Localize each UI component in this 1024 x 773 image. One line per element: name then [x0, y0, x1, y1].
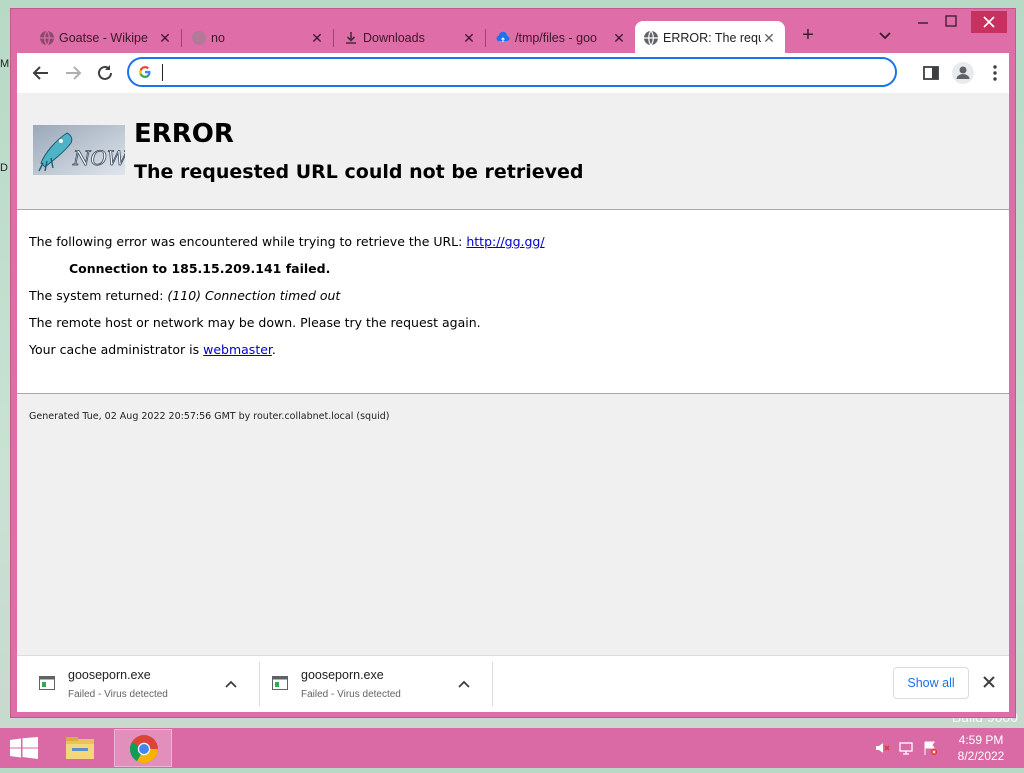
address-input[interactable]: [159, 63, 883, 83]
exe-file-icon: [39, 676, 55, 690]
kebab-menu-icon[interactable]: [981, 59, 1009, 87]
omnibox[interactable]: [127, 57, 897, 87]
maximize-icon[interactable]: [937, 11, 965, 33]
chevron-up-icon[interactable]: [456, 676, 472, 692]
squid-logo: NOW: [33, 125, 125, 175]
reload-icon[interactable]: [91, 59, 119, 87]
tab-tmp-files[interactable]: /tmp/files - goo ✕: [487, 21, 635, 55]
error-header: NOW ERROR The requested URL could not be…: [17, 93, 1009, 210]
tab-search-chevron-icon[interactable]: [877, 27, 893, 43]
tab-separator: [181, 29, 182, 47]
failed-url-link[interactable]: http://gg.gg/: [466, 234, 544, 249]
minimize-icon[interactable]: [909, 11, 937, 33]
download-shelf: gooseporn.exe Failed - Virus detected go…: [17, 655, 1009, 712]
system-returned-line: The system returned: (110) Connection ti…: [29, 288, 340, 303]
forward-arrow-icon[interactable]: [59, 59, 87, 87]
profile-avatar-icon[interactable]: [949, 59, 977, 87]
system-returned-text: The system returned:: [29, 288, 168, 303]
cache-admin-period: .: [271, 342, 276, 357]
action-center-flag-icon[interactable]: [922, 740, 938, 756]
folder-icon: [66, 737, 94, 759]
download-item[interactable]: gooseporn.exe Failed - Virus detected: [258, 662, 490, 706]
system-error-code: (110) Connection timed out: [167, 288, 341, 303]
close-download-shelf-icon[interactable]: [979, 672, 999, 692]
tab-close-icon[interactable]: ✕: [461, 30, 477, 47]
desktop-edge-text: D: [0, 162, 8, 174]
page-content: NOW ERROR The requested URL could not be…: [17, 93, 1009, 655]
download-status: Failed - Virus detected: [68, 689, 168, 700]
tab-close-icon[interactable]: ✕: [611, 30, 627, 47]
webmaster-link[interactable]: webmaster: [203, 342, 272, 357]
chrome-icon: [130, 735, 158, 763]
taskbar: 4:59 PM 8/2/2022: [0, 728, 1024, 768]
generated-footer: Generated Tue, 02 Aug 2022 20:57:56 GMT …: [29, 411, 390, 422]
tab-error-active[interactable]: ERROR: The requ ✕: [635, 21, 785, 55]
download-status: Failed - Virus detected: [301, 689, 401, 700]
error-subtitle: The requested URL could not be retrieved: [134, 161, 584, 183]
globe-icon: [40, 30, 54, 46]
taskbar-file-explorer[interactable]: [58, 729, 102, 767]
download-separator: [492, 662, 493, 706]
download-icon: [346, 32, 356, 44]
drive-icon: [496, 31, 510, 42]
network-icon[interactable]: [898, 740, 914, 756]
cache-admin-text: Your cache administrator is: [29, 342, 204, 357]
google-g-icon: [139, 66, 151, 78]
error-line-text: The following error was encountered whil…: [29, 234, 467, 249]
tab-title: no: [211, 31, 225, 45]
close-window-icon[interactable]: [971, 11, 1007, 33]
tab-title: Downloads: [363, 31, 425, 45]
volume-muted-icon[interactable]: [874, 740, 890, 756]
show-all-button[interactable]: Show all: [893, 667, 969, 699]
browser-toolbar: [17, 53, 1009, 93]
download-item[interactable]: gooseporn.exe Failed - Virus detected: [25, 662, 257, 706]
tab-separator: [333, 29, 334, 47]
clock-date: 8/2/2022: [957, 749, 1005, 763]
tab-strip: Goatse - Wikipe ✕ no ✕ Downloads ✕ /tmp/…: [11, 9, 1015, 55]
back-arrow-icon[interactable]: [27, 59, 55, 87]
tab-close-icon[interactable]: ✕: [309, 30, 325, 47]
clock-time: 4:59 PM: [958, 733, 1004, 747]
connection-failed-text: Connection to 185.15.209.141 failed.: [69, 261, 331, 276]
remote-host-message: The remote host or network may be down. …: [29, 315, 481, 330]
download-filename: gooseporn.exe: [68, 668, 151, 682]
tab-title: ERROR: The requ: [663, 31, 761, 45]
cache-admin-line: Your cache administrator is webmaster.: [29, 342, 276, 357]
taskbar-chrome[interactable]: [114, 729, 172, 767]
tab-separator: [485, 29, 486, 47]
error-line-url: The following error was encountered whil…: [29, 234, 545, 249]
logo-text: NOW: [72, 146, 125, 170]
new-tab-button[interactable]: +: [798, 25, 818, 45]
globe-icon: [192, 31, 206, 45]
tab-title: Goatse - Wikipe: [59, 31, 148, 45]
exe-file-icon: [272, 676, 288, 690]
globe-icon: [644, 30, 658, 46]
tab-downloads[interactable]: Downloads ✕: [335, 21, 485, 55]
download-filename: gooseporn.exe: [301, 668, 384, 682]
tab-goatse[interactable]: Goatse - Wikipe ✕: [31, 21, 181, 55]
error-title: ERROR: [134, 119, 234, 149]
chevron-up-icon[interactable]: [223, 676, 239, 692]
tab-close-icon[interactable]: ✕: [761, 30, 777, 47]
error-body: The following error was encountered whil…: [17, 210, 1009, 394]
windows-start-icon[interactable]: [10, 737, 38, 759]
side-panel-icon[interactable]: [917, 59, 945, 87]
browser-window: Goatse - Wikipe ✕ no ✕ Downloads ✕ /tmp/…: [10, 8, 1016, 718]
tab-no[interactable]: no ✕: [183, 21, 333, 55]
taskbar-clock[interactable]: 4:59 PM 8/2/2022: [946, 732, 1016, 764]
desktop-edge-text: M: [0, 58, 10, 70]
tab-title: /tmp/files - goo: [515, 31, 597, 45]
tab-close-icon[interactable]: ✕: [157, 30, 173, 47]
